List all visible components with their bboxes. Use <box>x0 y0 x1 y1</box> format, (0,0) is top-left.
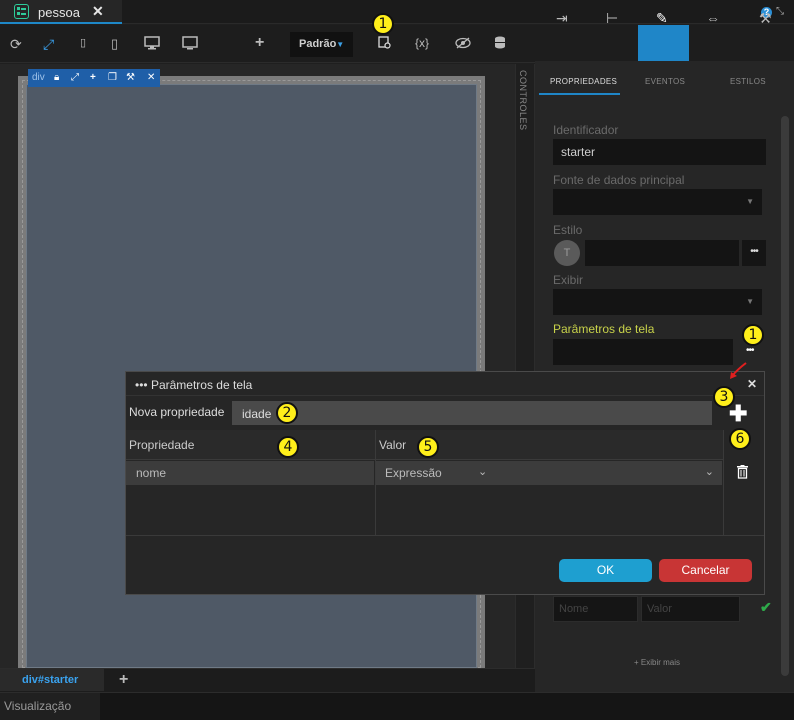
new-property-input[interactable]: idade <box>232 401 712 425</box>
dialog-title: ••• Parâmetros de tela <box>135 378 252 392</box>
annotation-badge-1b: 1 <box>742 324 764 346</box>
new-property-label: Nova propriedade <box>129 405 225 419</box>
trash-icon[interactable] <box>737 465 748 479</box>
add-child-icon[interactable]: + <box>90 72 96 83</box>
import-icon[interactable]: ⇥ <box>556 10 568 27</box>
arrow-annotation-icon <box>730 362 747 379</box>
breadcrumb-item[interactable]: div#starter <box>0 669 104 691</box>
column-property: Propriedade <box>129 438 195 452</box>
identificador-field[interactable]: starter <box>553 139 766 165</box>
annotation-badge-4: 4 <box>277 436 299 458</box>
refresh-icon[interactable]: ⟳ <box>10 36 22 53</box>
tree-icon[interactable]: ⊢ <box>606 10 618 27</box>
expand-icon[interactable]: ⤢ <box>71 72 79 83</box>
params-label: Parâmetros de tela <box>553 322 655 336</box>
visibility-icon[interactable] <box>455 36 471 52</box>
estilo-label: Estilo <box>553 223 583 237</box>
edit-icon[interactable]: ✎ <box>656 10 668 27</box>
screen-params-icon[interactable] <box>378 36 391 52</box>
nome-input[interactable]: Nome <box>553 596 638 622</box>
add-property-icon[interactable]: ✚ <box>729 403 747 425</box>
monitor-icon[interactable] <box>182 36 198 53</box>
exibir-label: Exibir <box>553 273 584 287</box>
caret-down-icon: ▼ <box>746 297 754 306</box>
controls-label[interactable]: CONTROLES <box>518 70 528 131</box>
tab-eventos[interactable]: EVENTOS <box>645 77 685 86</box>
check-icon[interactable]: ✔ <box>760 599 772 616</box>
param-row-value: Expressão <box>385 466 442 480</box>
params-more-icon[interactable]: ••• <box>746 345 754 356</box>
fit-screen-icon[interactable]: ⤢ <box>43 36 54 53</box>
exibir-mais-link[interactable]: + Exibir mais <box>634 658 680 667</box>
cancel-button[interactable]: Cancelar <box>659 559 752 582</box>
panel-scrollbar[interactable] <box>781 116 789 676</box>
lock-icon[interactable]: 🔒︎ <box>54 72 59 83</box>
wand-icon[interactable]: ⚒ <box>126 72 135 83</box>
wand-tools-icon[interactable]: ⚒ <box>759 10 772 27</box>
variables-icon[interactable]: {x} <box>415 36 429 50</box>
close-dialog-icon[interactable]: ✕ <box>747 377 757 391</box>
identificador-value: starter <box>561 145 596 159</box>
annotation-badge-2: 2 <box>276 402 298 424</box>
column-value: Valor <box>379 438 407 452</box>
add-icon[interactable]: + <box>255 34 264 52</box>
fonte-dados-label: Fonte de dados principal <box>553 173 685 187</box>
device-select-value: Padrão <box>299 38 337 50</box>
desktop-icon[interactable] <box>144 36 160 53</box>
caret-down-icon: ▼ <box>336 40 345 49</box>
active-tab-indicator <box>539 93 620 95</box>
designer-toolbar: ⟳ ⤢ ▯ ▯ + Padrão▼ {x} <box>0 25 535 63</box>
exibir-select[interactable]: ▼ <box>553 289 762 315</box>
annotation-badge-3: 3 <box>713 386 735 408</box>
element-label-name: div <box>32 72 45 83</box>
param-row-property[interactable]: nome <box>126 461 374 485</box>
element-label: div 🔒︎ ⤢ + ❐ ⚒ ✕ <box>28 69 160 87</box>
dialog-menu-icon: ••• <box>135 378 148 392</box>
grid-divider <box>126 535 764 536</box>
screen-file-icon <box>14 4 29 19</box>
tab-estilos[interactable]: ESTILOS <box>730 77 766 86</box>
swap-icon[interactable]: ⇔ <box>706 10 720 26</box>
visualization-bar <box>0 692 794 720</box>
more-icon[interactable]: ••• <box>742 240 766 266</box>
panel-active-tab[interactable] <box>638 25 689 61</box>
annotation-badge-5: 5 <box>417 436 439 458</box>
tab-title: pessoa <box>38 5 80 20</box>
tab-propriedades[interactable]: PROPRIEDADES <box>550 77 617 86</box>
ok-button[interactable]: OK <box>559 559 652 582</box>
chevron-down-icon[interactable]: ⌄ <box>478 465 487 478</box>
chevron-down-icon[interactable]: ⌄ <box>705 465 714 478</box>
phone-icon[interactable]: ▯ <box>80 36 86 49</box>
dialog-title-text: Parâmetros de tela <box>150 378 253 392</box>
valor-input[interactable]: Valor <box>641 596 740 622</box>
remove-icon[interactable]: ✕ <box>147 72 155 83</box>
identificador-label: Identificador <box>553 123 619 137</box>
restore-window-icon[interactable]: ⤡ <box>776 6 784 17</box>
annotation-badge-1: 1 <box>372 13 394 35</box>
caret-down-icon: ▼ <box>746 197 754 206</box>
database-icon[interactable] <box>494 36 506 52</box>
tab-pessoa[interactable]: pessoa ✕ <box>0 0 122 24</box>
params-field[interactable] <box>553 339 733 365</box>
annotation-badge-6: 6 <box>729 428 751 450</box>
fonte-dados-select[interactable]: ▼ <box>553 189 762 215</box>
tablet-icon[interactable]: ▯ <box>111 36 118 52</box>
add-breadcrumb-icon[interactable]: + <box>119 671 128 689</box>
style-avatar[interactable]: T <box>554 240 580 266</box>
param-row-value-select[interactable]: Expressão ⌄ ⌄ <box>376 461 722 485</box>
device-select[interactable]: Padrão▼ <box>290 32 353 57</box>
grid-divider <box>723 430 724 536</box>
visualization-tab[interactable]: Visualização <box>0 693 100 720</box>
estilo-field[interactable] <box>585 240 739 266</box>
close-tab-icon[interactable]: ✕ <box>92 3 104 20</box>
copy-icon[interactable]: ❐ <box>108 72 117 83</box>
